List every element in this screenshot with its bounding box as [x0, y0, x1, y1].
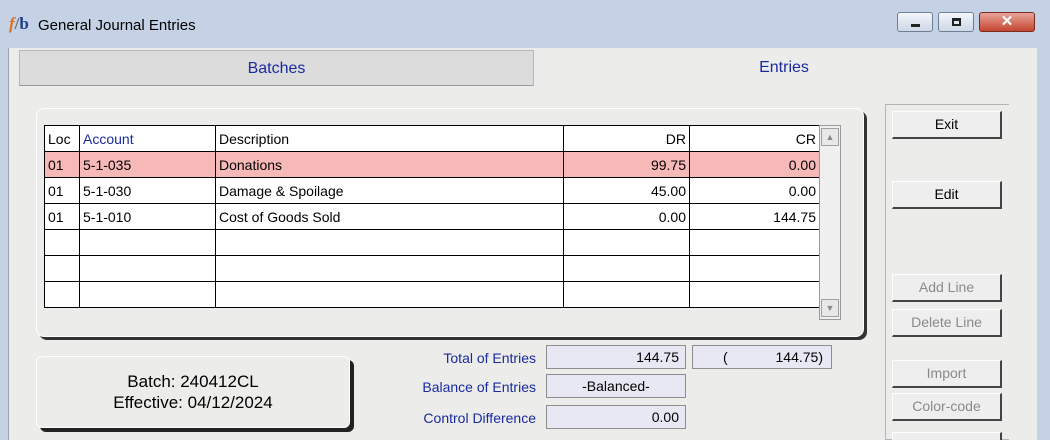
table-row[interactable]: 01 5-1-035 Donations 99.75 0.00 — [44, 151, 820, 178]
app-window: f/b General Journal Entries ✕ Batches En… — [0, 0, 1050, 440]
tab-entries[interactable]: Entries — [534, 50, 1034, 86]
total-cr-field: ( 144.75) — [692, 345, 832, 369]
cell-account[interactable]: 5-1-035 — [79, 151, 216, 178]
total-cr-value: 144.75) — [775, 349, 823, 365]
effective-date-label: Effective: 04/12/2024 — [113, 393, 273, 412]
table-row[interactable]: 01 5-1-010 Cost of Goods Sold 0.00 144.7… — [44, 203, 820, 230]
partial-button[interactable] — [892, 432, 1002, 440]
cell-dr[interactable]: 0.00 — [563, 203, 690, 230]
cell-loc[interactable]: 01 — [44, 151, 80, 178]
cell-description[interactable]: Cost of Goods Sold — [215, 203, 564, 230]
app-logo-icon: f/b — [9, 14, 29, 33]
import-button[interactable]: Import — [892, 360, 1002, 388]
maximize-icon — [952, 18, 961, 26]
add-line-button[interactable]: Add Line — [892, 274, 1002, 302]
column-header-dr[interactable]: DR — [563, 125, 690, 152]
client-area: Batches Entries Loc Account Description … — [8, 48, 1037, 440]
cell-cr[interactable]: 0.00 — [689, 177, 820, 204]
table-row[interactable]: 01 5-1-030 Damage & Spoilage 45.00 0.00 — [44, 177, 820, 204]
edit-button[interactable]: Edit — [892, 181, 1002, 209]
color-code-button[interactable]: Color-code — [892, 393, 1002, 421]
title-bar[interactable]: f/b General Journal Entries ✕ — [0, 0, 1050, 48]
cell-dr[interactable]: 99.75 — [563, 151, 690, 178]
cell-loc[interactable]: 01 — [44, 177, 80, 204]
scroll-down-icon[interactable]: ▼ — [821, 299, 839, 317]
cell-loc[interactable]: 01 — [44, 203, 80, 230]
close-icon: ✕ — [1000, 13, 1014, 30]
table-row-empty[interactable] — [44, 281, 820, 308]
minimize-button[interactable] — [897, 12, 933, 32]
total-dr-field: 144.75 — [546, 345, 686, 369]
cell-cr[interactable]: 144.75 — [689, 203, 820, 230]
journal-grid: Loc Account Description DR CR 01 5-1-035… — [44, 125, 856, 370]
total-cr-open-paren: ( — [723, 349, 728, 365]
table-row-empty[interactable] — [44, 255, 820, 282]
cell-cr[interactable]: 0.00 — [689, 151, 820, 178]
minimize-icon — [911, 24, 920, 27]
cell-account[interactable]: 5-1-030 — [79, 177, 216, 204]
batch-info-panel: Batch: 240412CL Effective: 04/12/2024 — [36, 356, 350, 428]
scroll-up-icon[interactable]: ▲ — [821, 128, 839, 146]
exit-button[interactable]: Exit — [892, 111, 1002, 139]
window-title: General Journal Entries — [38, 17, 196, 34]
column-header-description[interactable]: Description — [215, 125, 564, 152]
balance-field: -Balanced- — [546, 374, 686, 398]
table-row-empty[interactable] — [44, 229, 820, 256]
batch-id-label: Batch: 240412CL — [127, 372, 259, 391]
cell-account[interactable]: 5-1-010 — [79, 203, 216, 230]
cell-description[interactable]: Donations — [215, 151, 564, 178]
balance-of-entries-label: Balance of Entries — [422, 379, 536, 395]
control-difference-field: 0.00 — [546, 405, 686, 429]
tab-batches[interactable]: Batches — [19, 50, 534, 86]
journal-table: Loc Account Description DR CR 01 5-1-035… — [44, 125, 820, 308]
cell-dr[interactable]: 45.00 — [563, 177, 690, 204]
button-panel — [885, 104, 1009, 440]
column-header-loc[interactable]: Loc — [44, 125, 80, 152]
control-difference-label: Control Difference — [423, 410, 536, 426]
table-header-row: Loc Account Description DR CR — [44, 125, 820, 152]
maximize-button[interactable] — [938, 12, 974, 32]
total-of-entries-label: Total of Entries — [443, 350, 536, 366]
cell-description[interactable]: Damage & Spoilage — [215, 177, 564, 204]
delete-line-button[interactable]: Delete Line — [892, 309, 1002, 337]
column-header-account[interactable]: Account — [79, 125, 216, 152]
vertical-scrollbar[interactable]: ▲ ▼ — [819, 125, 841, 320]
close-button[interactable]: ✕ — [979, 12, 1035, 32]
column-header-cr[interactable]: CR — [689, 125, 820, 152]
